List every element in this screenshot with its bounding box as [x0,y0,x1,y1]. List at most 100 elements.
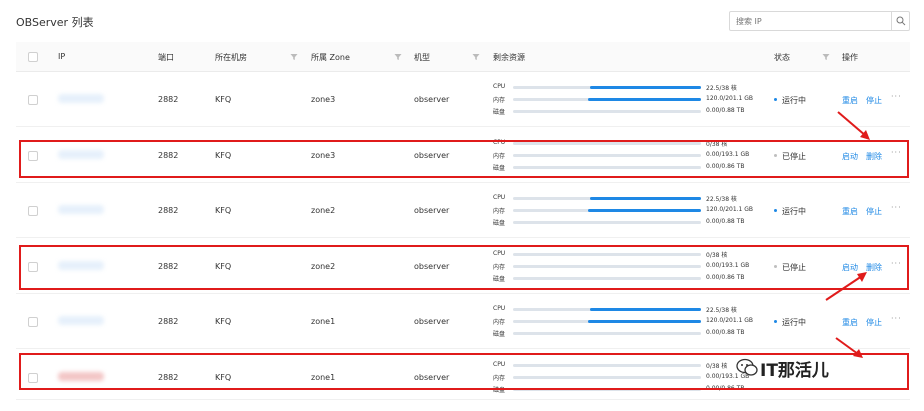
cpu-usage: CPU 22.5/38 核 [493,82,803,92]
table-row: 2882 KFQ zone2 observer CPU 22.5/38 核 内存… [16,183,910,238]
col-idc: 所在机房 [215,53,247,62]
filter-idc-icon[interactable] [290,53,298,61]
disk-label: 磁盘 [493,109,506,116]
type-cell: observer [414,95,450,104]
col-resources: 剩余资源 [493,53,525,62]
disk-label: 磁盘 [493,331,506,338]
search-icon [896,16,906,26]
type-cell: observer [414,206,450,215]
search-button[interactable] [891,12,909,30]
action-primary-button[interactable]: 重启 [842,206,858,217]
col-ip: IP [58,52,66,61]
more-actions-button[interactable]: ··· [891,203,902,212]
filter-type-icon[interactable] [472,53,480,61]
cpu-label: CPU [493,83,506,90]
col-actions: 操作 [842,53,858,62]
cpu-bar-fill [590,308,701,311]
action-primary-button[interactable]: 重启 [842,317,858,328]
cpu-bar-fill [590,197,701,200]
ip-redacted [58,94,104,103]
cpu-value: 22.5/38 核 [706,196,737,203]
filter-zone-icon[interactable] [394,53,402,61]
disk-value: 0.00/0.88 TB [706,218,745,225]
cpu-bar-fill [590,86,701,89]
cpu-bar [513,308,701,311]
annotation-arrow [837,111,870,140]
action-secondary-button[interactable]: 停止 [866,95,882,106]
mem-label: 内存 [493,208,506,215]
col-type: 机型 [414,53,430,62]
row-checkbox[interactable] [28,317,38,327]
action-primary-button[interactable]: 重启 [842,95,858,106]
mem-bar [513,320,701,323]
watermark-text: IT那活儿 [760,361,829,381]
mem-usage: 内存 120.0/201.1 GB [493,94,803,104]
disk-usage: 磁盘 0.00/0.88 TB [493,106,803,116]
action-secondary-button[interactable]: 停止 [866,206,882,217]
status-dot [774,320,777,323]
highlight-box [19,245,909,290]
mem-bar [513,98,701,101]
table-row: 2882 KFQ zone3 observer CPU 22.5/38 核 内存… [16,72,910,127]
cpu-label: CPU [493,194,506,201]
mem-label: 内存 [493,97,506,104]
more-actions-button[interactable]: ··· [891,92,902,101]
row-checkbox[interactable] [28,206,38,216]
idc-cell: KFQ [215,95,232,104]
mem-value: 120.0/201.1 GB [706,95,754,102]
status-dot [774,209,777,212]
idc-cell: KFQ [215,206,232,215]
disk-bar [513,332,701,335]
annotation-arrow [835,337,863,358]
cpu-bar [513,86,701,89]
port-cell: 2882 [158,95,179,104]
cpu-value: 22.5/38 核 [706,307,737,314]
row-checkbox[interactable] [28,95,38,105]
status-dot [774,98,777,101]
ip-redacted [58,205,104,214]
ip-redacted [58,316,104,325]
mem-bar-fill [588,209,701,212]
mem-bar-fill [588,98,701,101]
type-cell: observer [414,317,450,326]
disk-usage: 磁盘 0.00/0.88 TB [493,328,803,338]
cpu-bar [513,197,701,200]
cpu-usage: CPU 22.5/38 核 [493,193,803,203]
col-zone: 所属 Zone [311,53,350,62]
mem-label: 内存 [493,319,506,326]
search-box[interactable] [729,11,910,31]
more-actions-button[interactable]: ··· [891,314,902,323]
table-header: IP 端口 所在机房 所属 Zone 机型 剩余资源 状态 操作 [16,42,910,72]
wechat-icon [736,358,758,376]
idc-cell: KFQ [215,317,232,326]
action-secondary-button[interactable]: 停止 [866,317,882,328]
highlight-box [19,140,909,178]
disk-bar [513,110,701,113]
status-text: 运行中 [782,207,806,216]
zone-cell: zone2 [311,206,336,215]
zone-cell: zone3 [311,95,336,104]
filter-status-icon[interactable] [822,53,830,61]
disk-value: 0.00/0.88 TB [706,329,745,336]
mem-value: 120.0/201.1 GB [706,206,754,213]
table-row: 2882 KFQ zone1 observer CPU 22.5/38 核 内存… [16,294,910,349]
mem-bar [513,209,701,212]
disk-label: 磁盘 [493,220,506,227]
mem-usage: 内存 120.0/201.1 GB [493,205,803,215]
disk-value: 0.00/0.88 TB [706,107,745,114]
disk-bar [513,221,701,224]
page-title: OBServer 列表 [16,16,94,29]
status-text: 运行中 [782,318,806,327]
col-status: 状态 [774,53,790,62]
mem-usage: 内存 120.0/201.1 GB [493,316,803,326]
mem-value: 120.0/201.1 GB [706,317,754,324]
search-input[interactable] [730,12,890,30]
port-cell: 2882 [158,206,179,215]
disk-usage: 磁盘 0.00/0.88 TB [493,217,803,227]
cpu-value: 22.5/38 核 [706,85,737,92]
zone-cell: zone1 [311,317,336,326]
status-text: 运行中 [782,96,806,105]
annotation-arrow [825,272,867,301]
select-all-checkbox[interactable] [28,52,38,62]
port-cell: 2882 [158,317,179,326]
